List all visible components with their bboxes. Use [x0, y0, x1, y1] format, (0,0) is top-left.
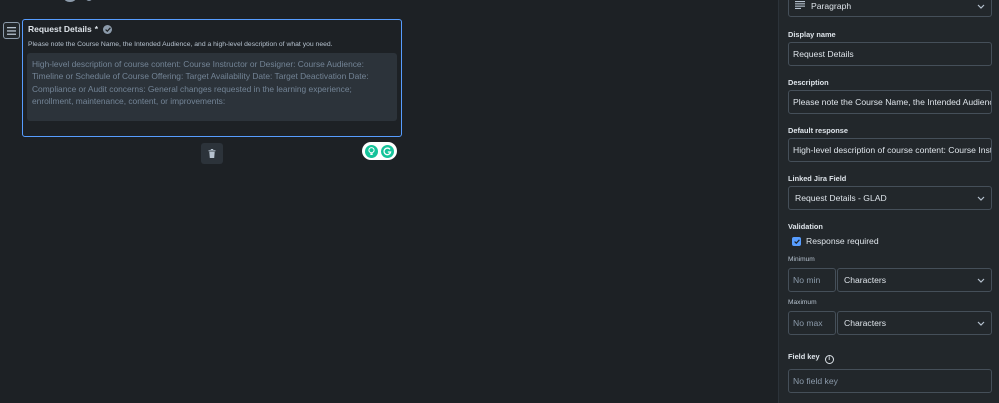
info-icon[interactable]: i	[824, 355, 834, 364]
maximum-unit-value: Characters	[844, 318, 887, 328]
chevron-down-icon	[977, 1, 985, 11]
response-required-checkbox[interactable]	[792, 236, 801, 246]
verified-check-icon	[103, 24, 113, 34]
maximum-input[interactable]: No max	[788, 311, 836, 335]
default-response-input[interactable]: High-level description of course content…	[788, 138, 992, 162]
response-required-row[interactable]: Response required	[792, 236, 879, 246]
description-input[interactable]: Please note the Course Name, the Intende…	[788, 90, 992, 114]
grammarly-icon[interactable]	[381, 144, 394, 158]
paragraph-icon	[795, 0, 805, 11]
maximum-label: Maximum	[788, 299, 817, 306]
placeholder-line: Timeline or Schedule of Course Offering:…	[32, 71, 369, 82]
description-label: Description	[788, 78, 829, 87]
maximum-unit-select[interactable]: Characters	[837, 311, 992, 335]
field-type-value: Paragraph	[811, 0, 852, 11]
minimum-unit-select[interactable]: Characters	[837, 268, 992, 292]
linked-jira-select[interactable]: Request Details - GLAD	[788, 186, 992, 210]
chevron-down-icon	[977, 318, 985, 328]
field-key-input[interactable]: No field key	[788, 369, 992, 393]
lightbulb-icon[interactable]	[365, 144, 378, 158]
display-name-label: Display name	[788, 30, 836, 39]
required-mark: *	[94, 24, 99, 34]
field-key-label-text: Field key	[788, 352, 820, 361]
chevron-down-icon	[977, 193, 985, 203]
field-key-label: Field key i	[788, 352, 834, 364]
field-textarea[interactable]: High-level description of course content…	[27, 53, 397, 121]
linked-jira-label: Linked Jira Field	[788, 174, 847, 183]
field-title-text: Request Details	[28, 24, 92, 34]
minimum-unit-value: Characters	[844, 275, 887, 285]
linked-jira-value: Request Details - GLAD	[795, 193, 887, 203]
trash-icon	[208, 145, 216, 163]
field-type-select[interactable]: Paragraph	[788, 0, 992, 17]
field-title: Request Details *	[28, 24, 113, 34]
delete-field-button[interactable]	[201, 143, 223, 164]
placeholder-line: High-level description of course content…	[32, 59, 364, 69]
request-details-field-card[interactable]: Request Details * Please note the Course…	[22, 19, 402, 137]
response-required-label: Response required	[806, 236, 879, 246]
drag-handle-icon[interactable]	[3, 22, 20, 39]
minimum-input[interactable]: No min	[788, 268, 836, 292]
partial-icon	[64, 0, 76, 2]
chevron-down-icon	[977, 275, 985, 285]
field-description: Please note the Course Name, the Intende…	[28, 41, 333, 48]
placeholder-line: enrollment, maintenance, content, or imp…	[32, 96, 226, 107]
display-name-input[interactable]: Request Details	[788, 42, 992, 66]
partial-icon-dot	[86, 0, 92, 1]
default-response-label: Default response	[788, 126, 848, 135]
field-settings-panel: Paragraph Display name Request Details D…	[778, 0, 999, 403]
placeholder-line: Compliance or Audit concerns: General ch…	[32, 83, 352, 94]
minimum-label: Minimum	[788, 256, 815, 263]
form-canvas: Request Details * Please note the Course…	[0, 0, 778, 403]
writing-assistant-widget[interactable]	[362, 142, 397, 160]
validation-label: Validation	[788, 222, 823, 231]
